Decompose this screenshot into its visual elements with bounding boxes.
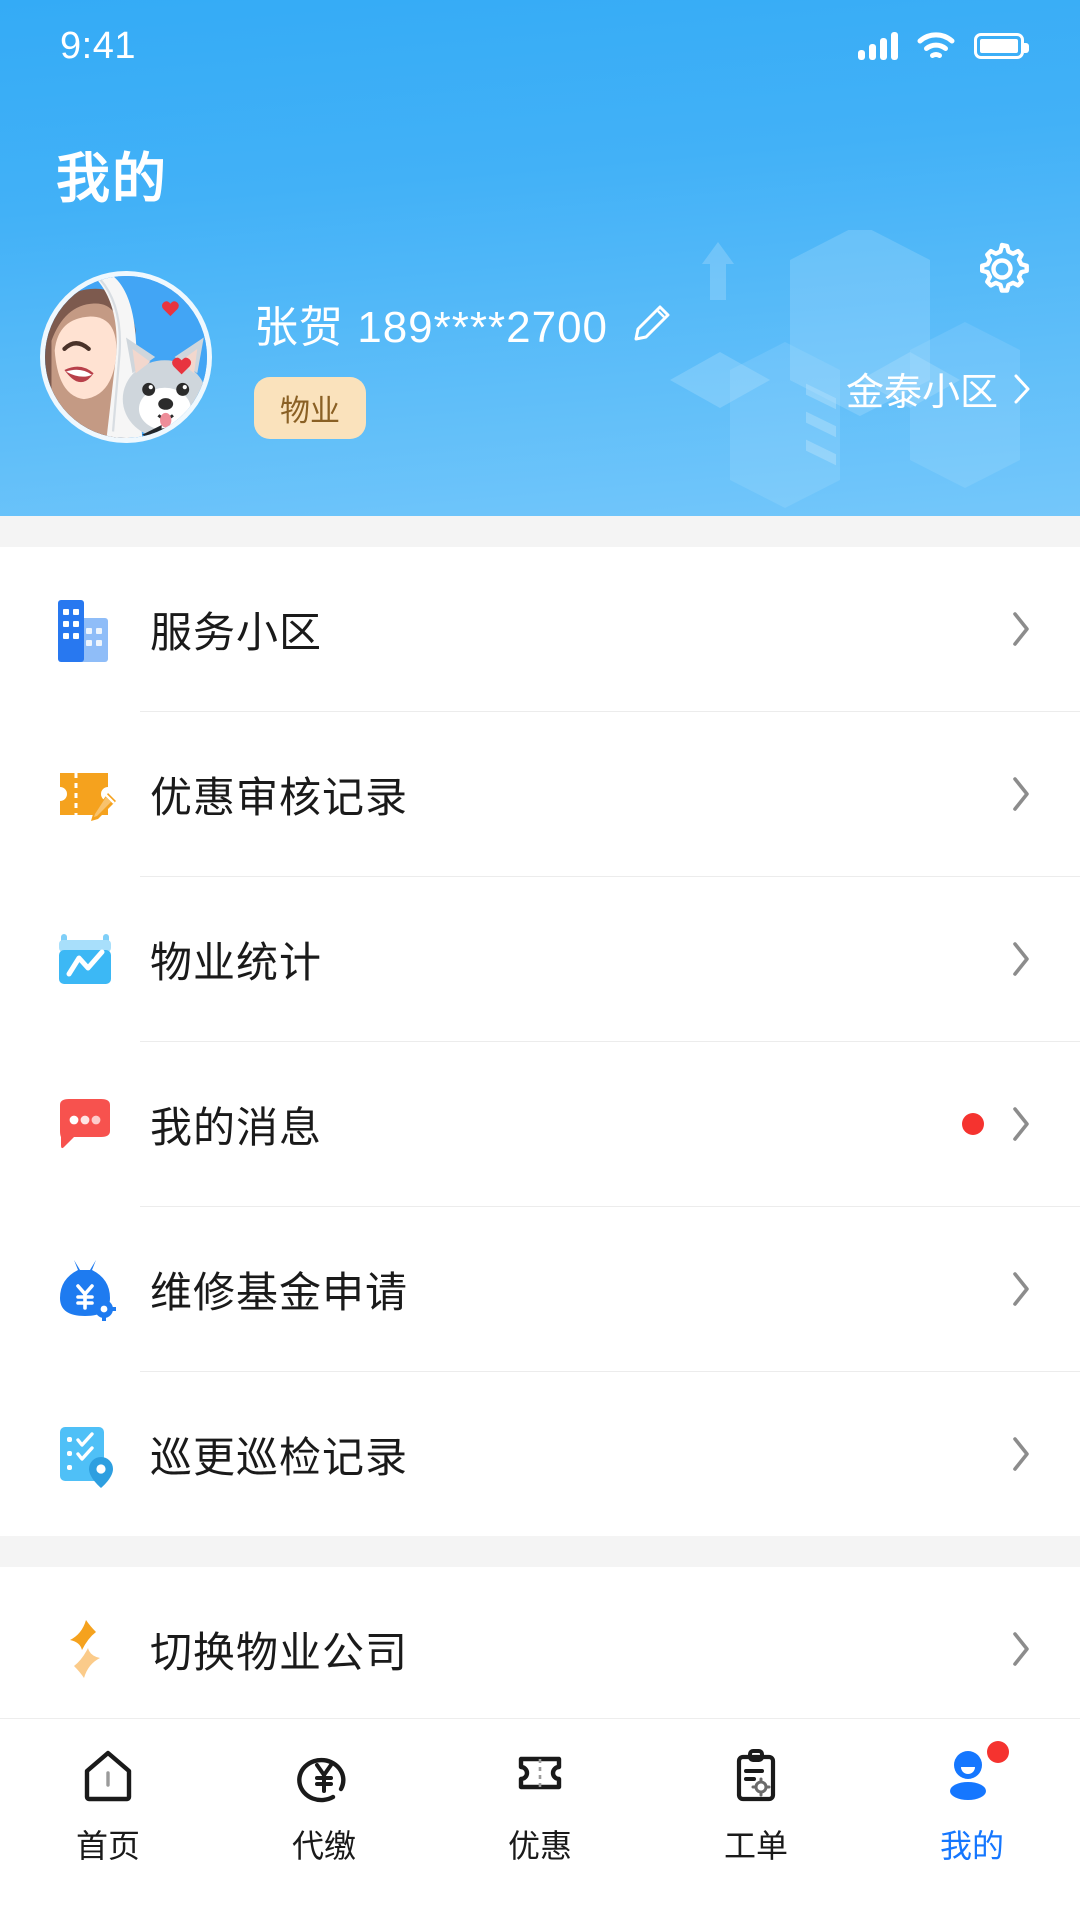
avatar[interactable] — [40, 271, 212, 443]
signal-bars-icon — [858, 32, 898, 60]
chevron-right-icon — [1013, 942, 1029, 976]
ticket-icon — [509, 1745, 571, 1807]
menu-item-discount-review-records[interactable]: 优惠审核记录 — [0, 712, 1080, 876]
message-bubble-icon — [60, 1099, 110, 1149]
swap-arrows-icon — [70, 1620, 100, 1678]
menu-item-label: 服务小区 — [150, 608, 323, 656]
menu-item-label: 优惠审核记录 — [150, 773, 409, 821]
menu-item-switch-property-company[interactable]: 切换物业公司 — [0, 1567, 1080, 1731]
tab-label: 优惠 — [507, 1828, 572, 1864]
ticket-edit-icon — [60, 773, 116, 821]
menu-item-label: 巡更巡检记录 — [150, 1433, 409, 1481]
menu-item-property-statistics[interactable]: 物业统计 — [0, 877, 1080, 1041]
battery-icon — [974, 33, 1029, 59]
profile-name-row: 张贺 189****2700 — [254, 291, 1080, 355]
page-header: 9:41 我的 张贺 189****2700 物业 金泰小区 — [0, 0, 1080, 516]
bottom-tab-bar: 首页 代缴 优惠 工单 我的 — [0, 1718, 1080, 1920]
menu-item-label: 维修基金申请 — [150, 1268, 409, 1316]
chevron-right-icon — [1013, 612, 1029, 646]
clipboard-gear-icon — [725, 1745, 787, 1807]
avatar-anime-girl-with-dog — [45, 276, 207, 438]
tab-label: 首页 — [75, 1828, 140, 1864]
role-badge: 物业 — [254, 377, 366, 439]
profile-name: 张贺 189****2700 — [254, 303, 609, 352]
menu-item-maintenance-fund-application[interactable]: 维修基金申请 — [0, 1207, 1080, 1371]
tab-home[interactable]: 首页 — [0, 1745, 216, 1867]
menu-item-label: 我的消息 — [150, 1103, 323, 1151]
menu-item-label: 切换物业公司 — [150, 1628, 409, 1676]
status-bar: 9:41 — [0, 0, 1080, 92]
page-title: 我的 — [56, 149, 168, 209]
menu-item-my-messages[interactable]: 我的消息 — [0, 1042, 1080, 1206]
tab-work-order[interactable]: 工单 — [648, 1745, 864, 1867]
section-gap — [0, 1536, 1080, 1567]
status-time: 9:41 — [60, 24, 136, 67]
chevron-right-icon — [1013, 1272, 1029, 1306]
pencil-edit-icon[interactable] — [630, 301, 674, 345]
tab-profile[interactable]: 我的 — [864, 1741, 1080, 1867]
gear-icon[interactable] — [972, 239, 1032, 299]
building-icon — [58, 600, 108, 662]
menu-group-secondary: 切换物业公司 — [0, 1567, 1080, 1731]
community-name: 金泰小区 — [845, 372, 998, 414]
chevron-right-icon — [1013, 1632, 1029, 1666]
community-selector[interactable]: 金泰小区 — [846, 361, 1032, 416]
tab-label: 代缴 — [291, 1828, 356, 1864]
tab-discount[interactable]: 优惠 — [432, 1745, 648, 1867]
chevron-right-icon — [1013, 777, 1029, 811]
money-bag-gear-icon — [60, 1260, 116, 1321]
menu-item-service-community[interactable]: 服务小区 — [0, 547, 1080, 711]
yuan-payment-icon — [293, 1745, 355, 1807]
tab-payment[interactable]: 代缴 — [216, 1745, 432, 1867]
tab-badge — [987, 1741, 1009, 1763]
checklist-location-icon — [60, 1427, 113, 1488]
calendar-chart-icon — [59, 934, 111, 984]
chevron-right-icon — [1014, 374, 1030, 403]
status-icons — [858, 31, 1029, 61]
profile-section: 张贺 189****2700 物业 金泰小区 — [0, 213, 1080, 443]
section-gap — [0, 516, 1080, 547]
menu-group-primary: 服务小区 优惠审核记录 物业统计 我的消息 维修基金申请 巡更巡检记录 — [0, 547, 1080, 1536]
tab-label: 工单 — [723, 1828, 788, 1864]
status-badge — [962, 1113, 984, 1135]
person-icon — [941, 1741, 1009, 1807]
chevron-right-icon — [1013, 1437, 1029, 1471]
tab-label: 我的 — [939, 1828, 1004, 1864]
menu-item-label: 物业统计 — [150, 938, 323, 986]
wifi-icon — [917, 32, 955, 58]
home-icon — [77, 1745, 139, 1807]
menu-item-patrol-inspection-records[interactable]: 巡更巡检记录 — [0, 1372, 1080, 1536]
chevron-right-icon — [1013, 1107, 1029, 1141]
